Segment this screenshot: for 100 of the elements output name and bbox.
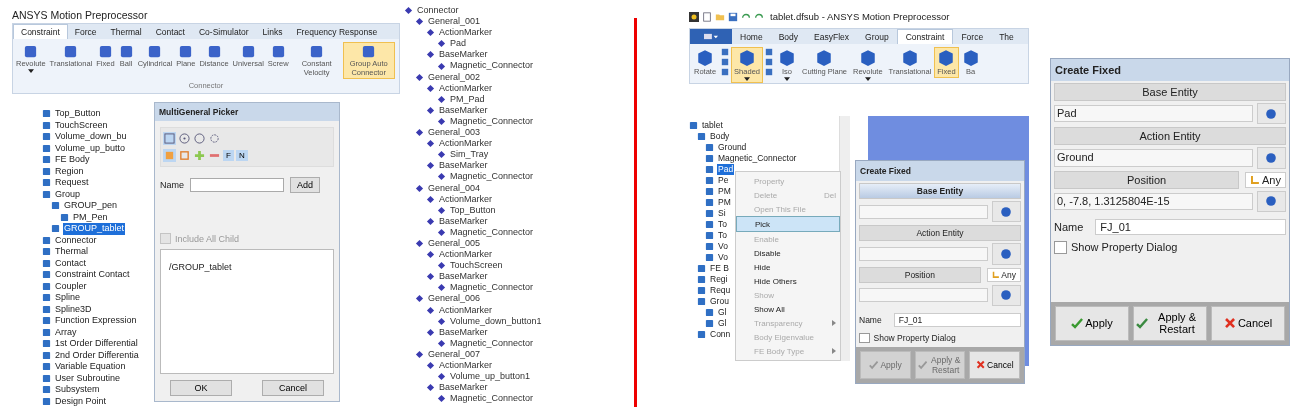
- pick-button[interactable]: [1256, 103, 1286, 125]
- ribbon-tab[interactable]: Constraint: [896, 29, 954, 44]
- name-field[interactable]: [190, 178, 284, 192]
- tree-item[interactable]: FE B: [709, 263, 730, 274]
- tree-item[interactable]: Conn: [709, 329, 732, 340]
- dialog-button[interactable]: OK: [170, 380, 232, 396]
- pick-button[interactable]: [1256, 190, 1286, 212]
- tree-item[interactable]: Pad: [717, 164, 735, 175]
- dialog-button[interactable]: Cancel: [1211, 305, 1285, 341]
- tree-item[interactable]: Top_Button: [449, 204, 497, 216]
- section-header[interactable]: Action Entity: [1054, 127, 1286, 146]
- tree-item[interactable]: Regi: [709, 274, 729, 285]
- tree-item[interactable]: Body: [709, 131, 731, 142]
- section-header[interactable]: Action Entity: [859, 225, 1021, 242]
- tree-item[interactable]: Array: [54, 326, 78, 338]
- menu-item[interactable]: Hide Others: [736, 274, 840, 288]
- add-button[interactable]: Add: [290, 177, 321, 193]
- tree-item[interactable]: Magnetic_Connector: [717, 153, 798, 164]
- tree-item[interactable]: Coupler: [54, 280, 88, 292]
- tree-item[interactable]: PM: [717, 197, 732, 208]
- position-mode-dropdown[interactable]: Any: [986, 267, 1021, 282]
- tree-item[interactable]: ActionMarker: [438, 304, 493, 316]
- ribbon-tab[interactable]: Thermal: [103, 25, 149, 39]
- tree-item[interactable]: Request: [54, 177, 90, 189]
- tree-item[interactable]: Sim_Tray: [449, 149, 490, 161]
- tree-item[interactable]: ActionMarker: [438, 360, 493, 372]
- tree-item[interactable]: Spline3D: [54, 303, 93, 315]
- ribbon-tab[interactable]: Force: [67, 25, 104, 39]
- ribbon-tab[interactable]: Contact: [148, 25, 192, 39]
- square-icon[interactable]: [178, 149, 191, 162]
- tree-item[interactable]: Connector: [54, 234, 98, 246]
- tree-item[interactable]: Magnetic_Connector: [449, 282, 535, 294]
- dialog-button[interactable]: Apply: [1055, 305, 1129, 341]
- tree-item[interactable]: 2nd Order Differentia: [54, 349, 140, 361]
- tree-item[interactable]: Volume_down_button1: [449, 315, 543, 327]
- tree-item[interactable]: Magnetic_Connector: [449, 337, 535, 349]
- tree-item[interactable]: Magnetic_Connector: [449, 115, 535, 128]
- tree-item[interactable]: ActionMarker: [438, 249, 493, 261]
- ribbon-tab[interactable]: Home: [732, 30, 771, 44]
- tree-item[interactable]: Pe: [717, 175, 730, 186]
- section-header[interactable]: Position: [859, 266, 981, 283]
- tree-item[interactable]: Top_Button: [54, 108, 102, 120]
- scrollbar[interactable]: [839, 116, 850, 361]
- name-field[interactable]: FJ_01: [893, 313, 1021, 327]
- tree-item[interactable]: ActionMarker: [438, 138, 493, 150]
- tree-item[interactable]: Contact: [54, 257, 88, 269]
- checkbox[interactable]: [859, 333, 870, 344]
- tree-item[interactable]: To: [717, 219, 728, 230]
- mode-button[interactable]: F: [223, 150, 234, 161]
- tree-item[interactable]: BaseMarker: [438, 49, 489, 61]
- entity-field[interactable]: Pad: [1054, 105, 1253, 123]
- tree-item[interactable]: ActionMarker: [438, 193, 493, 205]
- entity-field[interactable]: [859, 246, 988, 262]
- save-icon[interactable]: [728, 11, 738, 22]
- tree-item[interactable]: User Subroutine: [54, 372, 122, 384]
- tree-item[interactable]: General_004: [427, 182, 482, 194]
- position-field[interactable]: [859, 288, 988, 303]
- tree-item[interactable]: Vo: [717, 252, 729, 263]
- ribbon-tab[interactable]: Constraint: [13, 24, 68, 39]
- tree-item[interactable]: ActionMarker: [438, 27, 493, 39]
- dialog-button[interactable]: Cancel: [262, 380, 324, 396]
- tree-item[interactable]: General_005: [427, 237, 482, 250]
- app-menu-button[interactable]: [690, 29, 732, 44]
- ribbon-tab[interactable]: Links: [255, 25, 290, 39]
- square-icon[interactable]: [764, 68, 773, 76]
- ribbon-tab[interactable]: Force: [953, 30, 992, 44]
- position-mode-dropdown[interactable]: Any: [1245, 171, 1286, 188]
- tree-item[interactable]: General_007: [427, 348, 482, 360]
- square-icon[interactable]: [721, 48, 730, 56]
- tree-item[interactable]: Volume_down_bu: [54, 131, 128, 143]
- tree-item[interactable]: BaseMarker: [438, 104, 489, 116]
- name-field[interactable]: FJ_01: [1095, 219, 1286, 235]
- tree-item[interactable]: tablet: [701, 120, 724, 131]
- ribbon-tab[interactable]: The: [991, 30, 1022, 44]
- tree-item[interactable]: 1st Order Differential: [54, 338, 139, 350]
- tree-item[interactable]: Thermal: [54, 246, 89, 258]
- tree-item[interactable]: General_001: [427, 16, 482, 28]
- dialog-button[interactable]: Cancel: [969, 351, 1020, 379]
- entity-field[interactable]: Ground: [1054, 149, 1253, 167]
- list-item[interactable]: /GROUP_tablet: [169, 262, 232, 272]
- tree-item[interactable]: To: [717, 230, 728, 241]
- menu-item[interactable]: Show All: [736, 302, 840, 316]
- tree-item[interactable]: Magnetic_Connector: [449, 226, 535, 238]
- tree-item[interactable]: Connector: [416, 5, 460, 17]
- tree-item[interactable]: ActionMarker: [438, 82, 493, 94]
- tree-item[interactable]: BaseMarker: [438, 160, 489, 172]
- position-field[interactable]: 0, -7.8, 1.3125804E-15: [1054, 192, 1253, 210]
- tree-item[interactable]: Group: [54, 188, 81, 200]
- tree-item[interactable]: General_002: [427, 71, 482, 83]
- tree-item[interactable]: Pad: [449, 38, 467, 50]
- menu-item[interactable]: Pick: [736, 216, 840, 232]
- pick-button[interactable]: [991, 284, 1021, 306]
- tree-item[interactable]: BaseMarker: [438, 271, 489, 283]
- ribbon-tab[interactable]: EasyFlex: [806, 30, 858, 44]
- document-icon[interactable]: [702, 11, 712, 22]
- square-icon[interactable]: [163, 132, 176, 145]
- tree-item[interactable]: Function Expression: [54, 315, 138, 327]
- dialog-button[interactable]: Apply & Restart: [1133, 305, 1207, 341]
- tree-item[interactable]: Requ: [709, 285, 732, 296]
- circle-icon[interactable]: [178, 132, 191, 145]
